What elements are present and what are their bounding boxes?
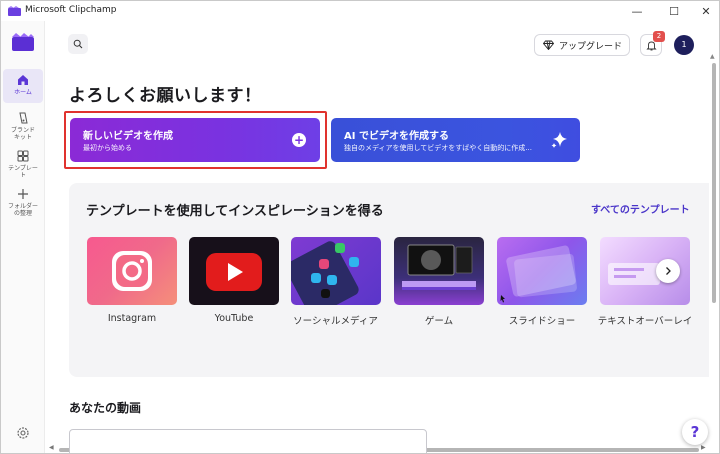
diamond-icon [543,40,554,50]
upgrade-label: アップグレード [559,41,623,52]
rail-item-templates[interactable]: テンプレー ト [3,149,43,179]
rail-item-brand-kit[interactable]: ブランド キット [3,111,43,141]
rail-item-home[interactable]: ホーム [3,69,43,103]
template-label: テキストオーバーレイ [597,316,693,327]
template-tile-slideshow[interactable] [497,237,587,305]
template-tile-gaming[interactable] [394,237,484,305]
slides-icon [500,245,577,303]
rail-item-label: フォルダー の整理 [7,203,38,217]
title-bar: Microsoft Clipchamp — ☐ ✕ [1,1,719,21]
rail-item-folders[interactable]: フォルダー の整理 [3,187,43,217]
template-tile-youtube[interactable] [189,237,279,305]
template-tile-social-media[interactable] [291,237,381,305]
gear-icon[interactable] [15,425,31,441]
all-templates-link[interactable]: すべてのテンプレート [591,201,690,216]
rail-item-label: テンプレー ト [8,165,38,179]
help-button[interactable]: ? [682,419,708,445]
vertical-scrollbar-thumb[interactable] [712,63,716,303]
video-card[interactable] [69,429,427,453]
rail-item-label: ブランド キット [10,127,35,141]
template-label: Instagram [107,313,157,324]
templates-icon [17,150,29,162]
scroll-right-icon[interactable]: ▶ [701,444,706,451]
scroll-left-icon[interactable]: ◀ [49,444,54,451]
template-label: ゲーム [424,316,454,327]
plus-icon: + [292,133,306,147]
plus-icon [18,189,28,199]
card-subtitle: 最初から始める [83,144,132,152]
template-label: スライドショー [508,316,576,327]
template-tile-instagram[interactable] [87,237,177,305]
notification-badge: 2 [653,31,665,42]
templates-heading: テンプレートを使用してインスピレーションを得る [86,204,384,219]
window-title: Microsoft Clipchamp [25,5,117,15]
rail-item-label: ホーム [14,89,32,96]
clipchamp-brand-icon[interactable] [12,33,34,51]
scroll-up-icon[interactable]: ▲ [710,53,715,60]
card-title: 新しいビデオを作成 [83,131,173,142]
template-label: ソーシャルメディア [293,316,378,327]
clipchamp-logo-icon [8,6,21,16]
search-button[interactable] [68,34,88,54]
search-icon [73,39,83,49]
avatar[interactable]: 1 [674,35,694,55]
page-title: よろしくお願いします！ [69,86,262,106]
create-new-video-card[interactable]: 新しいビデオを作成 最初から始める + [70,118,320,162]
create-ai-video-card[interactable]: AI でビデオを作成する 独自のメディアを使用してビデオをすばやく自動的に作成.… [331,118,580,162]
gaming-setup-icon [402,244,476,290]
carousel-next-button[interactable] [656,259,680,283]
instagram-icon [112,251,152,291]
left-rail: ホーム ブランド キット テンプレー ト フォルダー の整理 [1,21,45,453]
sparkle-icon [551,132,567,148]
social-apps-icon [291,241,359,305]
app-window: Microsoft Clipchamp — ☐ ✕ ホーム ブランド キット テ… [0,0,720,454]
template-label: YouTube [214,313,254,324]
youtube-icon [206,253,262,291]
card-title: AI でビデオを作成する [344,131,449,142]
upgrade-button[interactable]: アップグレード [534,34,630,56]
vertical-scrollbar[interactable]: ▲ [709,53,717,453]
brand-kit-icon [19,112,28,124]
maximize-button[interactable]: ☐ [657,1,691,21]
close-button[interactable]: ✕ [689,1,719,21]
home-icon [18,75,28,85]
card-subtitle: 独自のメディアを使用してビデオをすばやく自動的に作成... [344,144,532,152]
minimize-button[interactable]: — [620,1,654,21]
chevron-right-icon [666,267,671,275]
your-videos-heading: あなたの動画 [69,401,142,415]
